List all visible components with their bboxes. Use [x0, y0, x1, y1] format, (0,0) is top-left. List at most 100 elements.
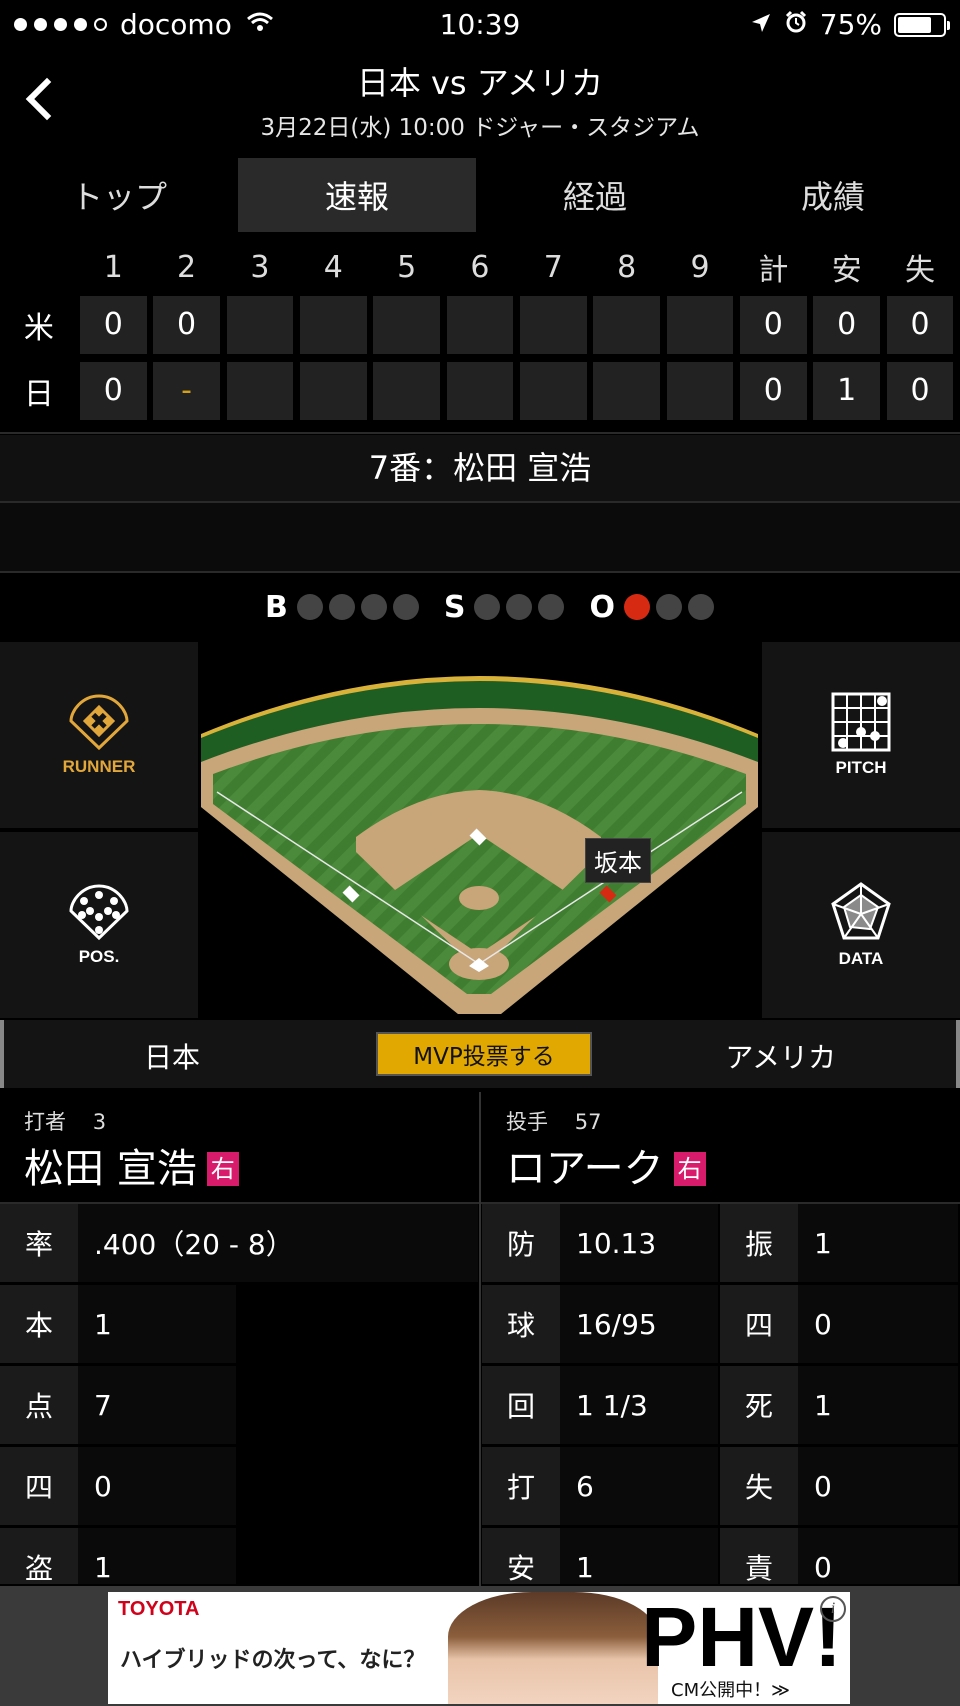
tab-progress[interactable]: 経過 — [476, 158, 714, 232]
inning-header: 6 — [470, 249, 490, 285]
hits-cell: 0 — [813, 296, 881, 354]
ad-copy: ハイブリッドの次って、なに？ — [120, 1647, 426, 1673]
uniform-number: 3 — [92, 1110, 107, 1134]
batter-stat-row: 四 0 — [0, 1447, 236, 1525]
ball-dot — [328, 594, 355, 620]
inning-header: 8 — [617, 249, 637, 285]
ad-banner[interactable]: TOYOTA ハイブリッドの次って、なに？ PHV! CM公開中！≫ i — [108, 1592, 850, 1704]
positions-button[interactable]: POS. — [0, 832, 198, 1018]
data-label: DATA — [838, 949, 884, 968]
stat-value: 16/95 — [560, 1285, 718, 1363]
positions-icon — [69, 884, 129, 941]
team-japan-tab[interactable]: 日本 — [144, 1036, 200, 1076]
batter-stat-row: 率 .400（20 - 8） — [0, 1204, 478, 1282]
baseball-field — [201, 676, 758, 1014]
ad-brand: TOYOTA — [118, 1598, 200, 1620]
uniform-number: 57 — [574, 1110, 602, 1134]
out-dot — [656, 594, 682, 620]
errors-header: 失 — [905, 253, 936, 288]
score-cell — [373, 296, 441, 354]
runner-label: RUNNER — [62, 757, 136, 776]
pitcher-stat-row: 球 16/95 四 0 — [482, 1285, 958, 1363]
pitch-grid-icon — [831, 692, 891, 752]
stat-key: 振 — [720, 1204, 798, 1282]
alarm-icon — [784, 8, 808, 41]
pitch-button[interactable]: PITCH — [762, 642, 960, 828]
ball-dot — [360, 594, 387, 620]
game-header: 日本 vs アメリカ 3月22日(水) 10:00 ドジャー・スタジアム — [0, 50, 960, 148]
strike-dot — [506, 594, 533, 620]
stat-key: 四 — [720, 1285, 798, 1363]
score-cell: 0 — [79, 362, 147, 420]
ball-count: B S O — [0, 578, 960, 636]
batter-name[interactable]: 松田 宣浩右 — [24, 1136, 239, 1194]
strikes-label: S — [443, 589, 466, 625]
mvp-vote-button[interactable]: MVP投票する — [376, 1032, 592, 1076]
pitcher-stat-row: 打 6 失 0 — [482, 1447, 958, 1525]
inning-header: 5 — [397, 249, 417, 285]
stat-value: 6 — [560, 1447, 718, 1525]
stat-value: 1 — [560, 1528, 718, 1584]
ball-dot — [392, 594, 419, 620]
score-cell-current: - — [153, 362, 221, 420]
errors-cell: 0 — [886, 362, 954, 420]
tab-stats[interactable]: 成績 — [714, 158, 952, 232]
current-batter-banner: 7番：松田 宣浩 — [0, 435, 960, 501]
stat-key: 点 — [0, 1366, 78, 1444]
score-cell — [299, 296, 367, 354]
total-header: 計 — [758, 253, 789, 288]
pitcher-stat-row: 安 1 責 0 — [482, 1528, 958, 1584]
score-cell — [373, 362, 441, 420]
outs-label: O — [589, 589, 615, 625]
stat-value: 10.13 — [560, 1204, 718, 1282]
inning-header: 2 — [177, 249, 197, 285]
data-button[interactable]: DATA — [762, 832, 960, 1018]
tab-top[interactable]: トップ — [0, 158, 238, 232]
ad-headline: PHV! — [641, 1592, 842, 1684]
runner-button[interactable]: RUNNER — [0, 642, 198, 828]
strike-dot — [474, 594, 501, 620]
score-cell — [666, 296, 734, 354]
pitcher-stat-row: 防 10.13 振 1 — [482, 1204, 958, 1282]
score-cell — [446, 362, 514, 420]
score-cell — [593, 296, 661, 354]
ad-banner-container: TOYOTA ハイブリッドの次って、なに？ PHV! CM公開中！≫ i — [0, 1586, 960, 1706]
stat-value: 1 1/3 — [560, 1366, 718, 1444]
score-cell — [519, 296, 587, 354]
status-right: 75% — [750, 8, 950, 41]
ball-dot — [296, 594, 323, 620]
balls-label: B — [265, 589, 288, 625]
stat-value: 1 — [798, 1366, 958, 1444]
location-arrow-icon — [750, 8, 772, 41]
stat-value: 1 — [78, 1528, 236, 1584]
batter-role: 打者 3 — [24, 1106, 106, 1136]
team-usa-tab[interactable]: アメリカ — [725, 1036, 836, 1076]
battery-icon — [894, 12, 950, 37]
score-cell — [519, 362, 587, 420]
stat-value: 1 — [798, 1204, 958, 1282]
role-label: 投手 — [506, 1110, 548, 1134]
status-bar: docomo 10:39 75% — [0, 0, 960, 48]
divider — [0, 571, 960, 573]
tab-live[interactable]: 速報 — [238, 158, 476, 232]
battery-percent: 75% — [819, 8, 882, 41]
total-cell: 0 — [739, 362, 807, 420]
stat-value: 0 — [798, 1447, 958, 1525]
batter-panel: 打者 3 松田 宣浩右 — [0, 1092, 478, 1202]
stats-grid: 率 .400（20 - 8） 本 1 点 7 四 0 盗 1 防 10.13 振… — [0, 1204, 960, 1584]
stat-key: 打 — [482, 1447, 560, 1525]
score-cell — [666, 362, 734, 420]
errors-cell: 0 — [886, 296, 954, 354]
pitcher-name[interactable]: ロアーク右 — [506, 1136, 706, 1194]
pitch-label: PITCH — [835, 758, 887, 777]
scoreboard-header: 1 2 3 4 5 6 7 8 9 計 安 失 — [0, 242, 960, 292]
score-cell — [299, 362, 367, 420]
stat-value: 0 — [798, 1528, 958, 1584]
pitcher-stat-row: 回 1 1/3 死 1 — [482, 1366, 958, 1444]
batter-stat-row: 盗 1 — [0, 1528, 236, 1584]
ad-info-icon[interactable]: i — [820, 1596, 846, 1622]
stat-key: 本 — [0, 1285, 78, 1363]
score-cell — [226, 296, 294, 354]
tab-bar: トップ 速報 経過 成績 — [0, 158, 960, 232]
scoreboard-row-japan: 日 0 - 0 1 0 — [0, 358, 960, 424]
